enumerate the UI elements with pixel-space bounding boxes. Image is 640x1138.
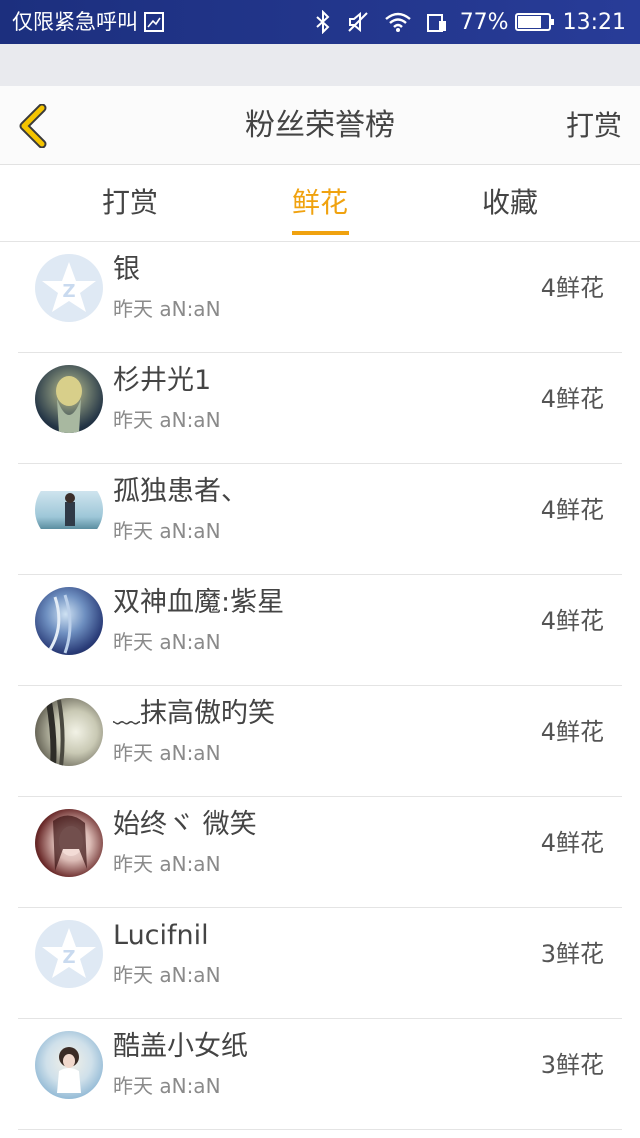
- tab-bar: 打赏 鲜花 收藏: [0, 165, 640, 242]
- fan-name: 银: [113, 254, 140, 285]
- fan-time: 昨天 aN:aN: [113, 852, 221, 876]
- wifi-icon: [384, 11, 412, 33]
- list-item[interactable]: 双神血魔:紫星 昨天 aN:aN 4鲜花: [18, 575, 622, 686]
- svg-text:Z: Z: [62, 947, 75, 968]
- status-bar: 仅限紧急呼叫 77% 13:21: [0, 0, 640, 44]
- spacer-band: [0, 44, 640, 86]
- photo-avatar: [35, 365, 103, 433]
- status-left: 仅限紧急呼叫: [12, 8, 164, 36]
- carrier-text: 仅限紧急呼叫: [12, 10, 138, 34]
- photo-avatar: [35, 809, 103, 877]
- reward-action-button[interactable]: 打赏: [566, 106, 622, 146]
- battery-icon: [514, 13, 554, 31]
- flower-count: 3鲜花: [540, 940, 604, 968]
- page-title: 粉丝荣誉榜: [245, 108, 395, 143]
- svg-text:Z: Z: [62, 281, 75, 302]
- mute-icon: [346, 10, 370, 34]
- fan-name: 酷盖小女纸: [113, 1031, 248, 1062]
- list-item[interactable]: 杉井光1 昨天 aN:aN 4鲜花: [18, 353, 622, 464]
- flower-count: 4鲜花: [540, 829, 604, 857]
- fan-name: 孤独患者、: [113, 476, 248, 507]
- list-item[interactable]: Z 银 昨天 aN:aN 4鲜花: [18, 242, 622, 353]
- fan-time: 昨天 aN:aN: [113, 297, 221, 321]
- photo-avatar: [35, 476, 103, 544]
- default-avatar: Z: [35, 254, 103, 322]
- fan-time: 昨天 aN:aN: [113, 408, 221, 432]
- photo-avatar: [35, 698, 103, 766]
- battery-fill: [517, 16, 541, 28]
- fan-name: 双神血魔:紫星: [113, 587, 285, 618]
- flower-count: 3鲜花: [540, 1051, 604, 1079]
- list-item[interactable]: 孤独患者、 昨天 aN:aN 4鲜花: [18, 464, 622, 575]
- fan-time: 昨天 aN:aN: [113, 741, 221, 765]
- flower-count: 4鲜花: [540, 496, 604, 524]
- status-right: 77% 13:21: [300, 8, 626, 36]
- fan-name: 始终ヾ 微笑: [113, 809, 257, 840]
- clock: 13:21: [562, 9, 626, 35]
- flower-count: 4鲜花: [540, 274, 604, 302]
- flower-count: 4鲜花: [540, 718, 604, 746]
- bluetooth-icon: [314, 10, 332, 34]
- fan-name: ﹏抹高傲旳笑: [113, 698, 275, 729]
- fan-name: Lucifnil: [113, 920, 209, 951]
- app-header: 粉丝荣誉榜 打赏: [0, 86, 640, 165]
- fan-time: 昨天 aN:aN: [113, 963, 221, 987]
- tab-reward[interactable]: 打赏: [70, 185, 190, 221]
- list-item[interactable]: Z Lucifnil 昨天 aN:aN 3鲜花: [18, 908, 622, 1019]
- photo-avatar: [35, 1031, 103, 1099]
- tab-flowers[interactable]: 鲜花: [260, 185, 380, 221]
- sim-icon: [426, 11, 448, 33]
- fan-name: 杉井光1: [113, 365, 212, 396]
- photo-avatar: [35, 587, 103, 655]
- fan-time: 昨天 aN:aN: [113, 1074, 221, 1098]
- flower-count: 4鲜花: [540, 385, 604, 413]
- image-icon: [144, 12, 164, 32]
- list-item[interactable]: 始终ヾ 微笑 昨天 aN:aN 4鲜花: [18, 797, 622, 908]
- fan-time: 昨天 aN:aN: [113, 519, 221, 543]
- fan-list: Z 银 昨天 aN:aN 4鲜花 杉井光1 昨天 aN:aN 4鲜花 孤独患者、…: [0, 242, 640, 1130]
- active-tab-indicator: [292, 231, 349, 235]
- list-item[interactable]: ﹏抹高傲旳笑 昨天 aN:aN 4鲜花: [18, 686, 622, 797]
- tab-favorites[interactable]: 收藏: [450, 185, 570, 221]
- battery-percent: 77%: [459, 9, 509, 35]
- default-avatar: Z: [35, 920, 103, 988]
- fan-time: 昨天 aN:aN: [113, 630, 221, 654]
- list-item[interactable]: 酷盖小女纸 昨天 aN:aN 3鲜花: [18, 1019, 622, 1130]
- flower-count: 4鲜花: [540, 607, 604, 635]
